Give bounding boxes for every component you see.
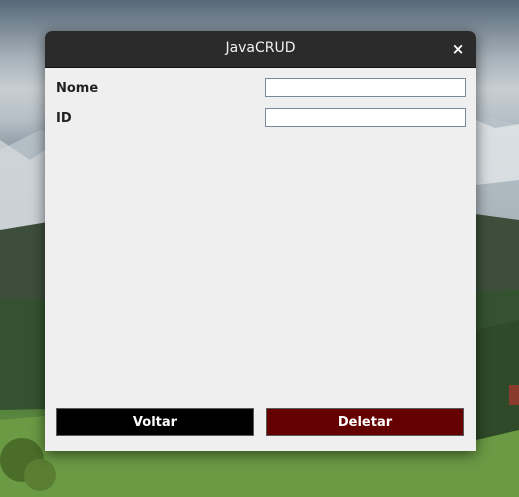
id-label: ID — [56, 111, 72, 126]
id-field[interactable] — [265, 108, 466, 127]
deletar-button[interactable]: Deletar — [266, 408, 464, 436]
window-titlebar[interactable]: JavaCRUD × — [45, 31, 476, 68]
app-window: JavaCRUD × Nome ID Voltar Deletar — [45, 31, 476, 451]
window-title: JavaCRUD — [225, 40, 296, 56]
nome-field[interactable] — [265, 78, 466, 97]
nome-label: Nome — [56, 81, 99, 96]
desktop-background: JavaCRUD × Nome ID Voltar Deletar — [0, 0, 519, 497]
voltar-button[interactable]: Voltar — [56, 408, 254, 436]
close-icon[interactable]: × — [446, 37, 470, 61]
form-panel: Nome ID Voltar Deletar — [45, 68, 476, 451]
